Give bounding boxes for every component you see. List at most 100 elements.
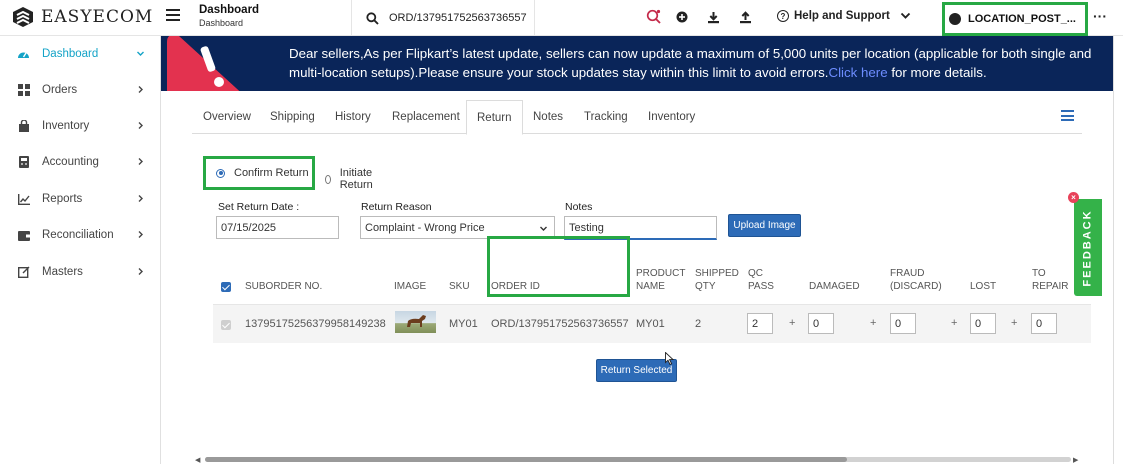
header-repair-line1: TO (1032, 268, 1046, 279)
sidebar-item-reports[interactable]: Reports (0, 184, 161, 214)
initiate-return-label: Initiate Return (339, 167, 373, 191)
notes-label: Notes (565, 201, 593, 213)
suborder-number: 137951752563799581492​38 (245, 318, 386, 330)
sidebar-item-orders[interactable]: Orders (0, 75, 161, 105)
chart-line-icon (17, 193, 30, 206)
header-to-repair: TO REPAIR (1032, 267, 1069, 293)
more-options-icon[interactable]: ··· (1093, 8, 1107, 24)
upload-icon[interactable] (737, 9, 753, 25)
tab-inventory[interactable]: Inventory (648, 100, 695, 134)
chevron-right-icon (138, 195, 143, 202)
ledger-icon (17, 156, 30, 169)
sidebar-item-accounting[interactable]: Accounting (0, 147, 161, 177)
banner-message: Dear sellers,As per Flipkart’s latest up… (289, 44, 1113, 82)
header-product-name-line2: NAME (636, 281, 665, 292)
damaged-plus-icon[interactable]: + (870, 317, 876, 329)
product-image (395, 311, 436, 333)
feedback-tab[interactable]: FEEDBACK (1074, 199, 1102, 296)
return-reason-label: Return Reason (361, 201, 432, 213)
row-checkbox[interactable] (221, 320, 231, 330)
grid-icon (17, 84, 30, 97)
lost-input[interactable]: 0 (970, 313, 996, 334)
product-name-value: MY01 (636, 318, 665, 330)
help-and-support-button[interactable]: ? Help and Support (777, 10, 890, 22)
page-subtitle: Dashboard (199, 18, 244, 28)
sidebar-item-label: Masters (42, 266, 83, 278)
announcement-banner: Dear sellers,As per Flipkart’s latest up… (161, 36, 1113, 91)
select-all-checkbox[interactable] (221, 282, 231, 292)
order-tabs: Overview Shipping History Replacement Re… (192, 100, 1082, 135)
header-sku: SKU (449, 281, 470, 292)
add-circle-icon[interactable] (674, 9, 690, 25)
page-title: Dashboard (199, 4, 260, 16)
menu-toggle-icon[interactable] (166, 9, 180, 21)
header-qc-pass: QC PASS (748, 267, 774, 293)
top-bar: EASYECOM Dashboard Dashboard ORD/1379517… (0, 0, 1123, 36)
location-label: LOCATION_POST_... (968, 13, 1076, 25)
mouse-cursor-icon (665, 352, 674, 365)
search-icon (366, 11, 379, 25)
tab-menu-icon[interactable] (1061, 110, 1074, 121)
confirm-return-option[interactable]: Confirm Return (203, 156, 315, 190)
vertical-scrollbar[interactable] (1113, 36, 1123, 464)
lost-plus-icon[interactable]: + (1011, 317, 1017, 329)
fraud-plus-icon[interactable]: + (951, 317, 957, 329)
tab-replacement[interactable]: Replacement (392, 100, 460, 134)
header-damaged: DAMAGED (809, 281, 860, 292)
search-input[interactable] (389, 12, 529, 24)
chevron-down-icon (137, 51, 144, 56)
global-search[interactable] (351, 0, 535, 36)
chevron-right-icon (138, 268, 143, 275)
sku-value: MY01 (449, 318, 478, 330)
sidebar-item-dashboard[interactable]: Dashboard (0, 39, 161, 69)
header-shipped-line1: SHIPPED (695, 268, 739, 279)
chevron-down-icon[interactable] (900, 10, 911, 21)
horizontal-scrollbar[interactable]: ◀ ▶ (195, 456, 1080, 464)
return-date-input[interactable]: 07/15/2025 (216, 216, 339, 239)
sidebar-item-label: Orders (42, 84, 78, 96)
sidebar-item-inventory[interactable]: Inventory (0, 111, 161, 141)
initiate-return-radio[interactable] (325, 174, 331, 184)
upload-image-button[interactable]: Upload Image (728, 214, 801, 237)
location-selector[interactable]: LOCATION_POST_... (942, 2, 1088, 36)
quick-search-icon[interactable] (646, 9, 662, 25)
fraud-input[interactable]: 0 (890, 313, 916, 334)
header-qc-line2: PASS (748, 281, 774, 292)
repair-input[interactable]: 0 (1031, 313, 1057, 334)
logo[interactable]: EASYECOM (12, 6, 153, 28)
download-icon[interactable] (705, 9, 721, 25)
scroll-left-icon[interactable]: ◀ (195, 456, 200, 464)
user-icon (949, 13, 961, 25)
header-product-name: PRODUCT NAME (636, 267, 685, 293)
header-repair-line2: REPAIR (1032, 281, 1069, 292)
header-image: IMAGE (394, 281, 427, 292)
main-content: Overview Shipping History Replacement Re… (185, 98, 1091, 464)
help-icon: ? (777, 10, 789, 22)
chevron-right-icon (138, 158, 143, 165)
return-reason-value: Complaint - Wrong Price (365, 221, 485, 234)
sidebar-item-label: Inventory (42, 120, 90, 132)
tab-notes[interactable]: Notes (533, 100, 563, 134)
banner-click-here-link[interactable]: Click here (829, 65, 888, 80)
tab-return[interactable]: Return (466, 100, 523, 135)
chevron-right-icon (138, 122, 143, 129)
scrollbar-thumb[interactable] (205, 457, 847, 462)
qc-pass-plus-icon[interactable]: + (789, 317, 795, 329)
tab-overview[interactable]: Overview (203, 100, 251, 134)
confirm-return-radio[interactable] (216, 168, 225, 178)
tab-tracking[interactable]: Tracking (584, 100, 628, 134)
header-fraud: FRAUD (DISCARD) (890, 267, 942, 293)
initiate-return-option[interactable]: Initiate Return (325, 167, 376, 191)
damaged-input[interactable]: 0 (808, 313, 834, 334)
sidebar: Dashboard Orders Inventory Accounting Re… (0, 36, 161, 464)
qc-pass-input[interactable]: 2 (747, 313, 773, 334)
warning-icon (167, 36, 240, 91)
header-fraud-line1: FRAUD (890, 268, 925, 279)
sidebar-item-masters[interactable]: Masters (0, 257, 161, 287)
feedback-close-icon[interactable]: × (1068, 192, 1079, 203)
tab-shipping[interactable]: Shipping (270, 100, 315, 134)
scroll-right-icon[interactable]: ▶ (1073, 456, 1078, 464)
header-shipped-qty: SHIPPED QTY (695, 267, 739, 293)
sidebar-item-reconciliation[interactable]: Reconciliation (0, 220, 161, 250)
tab-history[interactable]: History (335, 100, 371, 134)
